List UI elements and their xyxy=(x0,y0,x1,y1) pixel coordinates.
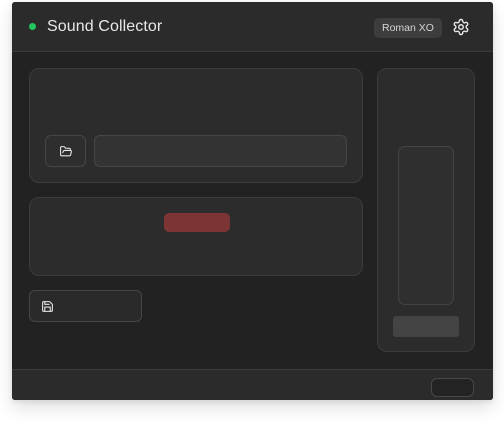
open-folder-button[interactable] xyxy=(45,135,86,167)
footer-button[interactable] xyxy=(431,378,474,397)
status-indicator xyxy=(29,23,36,30)
save-button[interactable] xyxy=(29,290,142,322)
app-title: Sound Collector xyxy=(47,18,163,35)
level-panel-button[interactable] xyxy=(393,316,459,337)
record-button[interactable] xyxy=(164,213,230,232)
folder-path-input[interactable] xyxy=(94,135,347,167)
recording-panel xyxy=(29,197,363,276)
title-bar: Sound Collector Roman XO xyxy=(12,2,493,52)
level-meter xyxy=(398,146,454,305)
footer-bar xyxy=(12,369,493,400)
app-window: Sound Collector Roman XO xyxy=(12,2,493,400)
settings-button[interactable] xyxy=(452,18,470,36)
gear-icon xyxy=(452,18,470,36)
user-badge[interactable]: Roman XO xyxy=(374,18,442,38)
